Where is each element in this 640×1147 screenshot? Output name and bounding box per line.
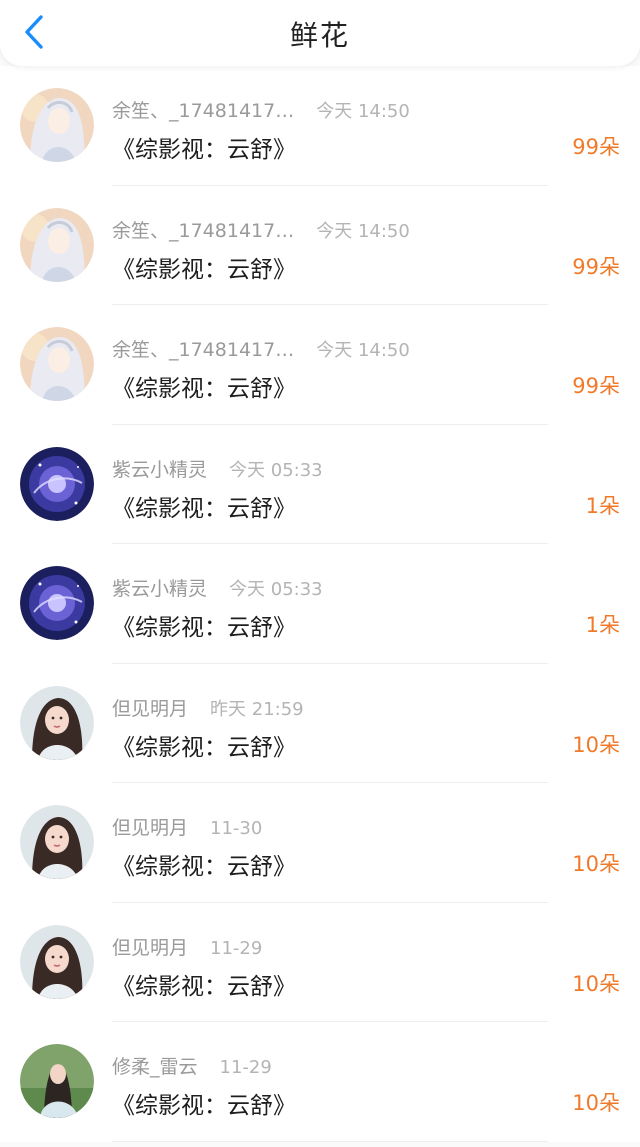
timestamp: 今天 14:50 (316, 340, 410, 361)
flower-count: 1朵 (585, 493, 620, 518)
record-meta: 但见明月 昨天 21:59 (112, 694, 304, 721)
record-meta: 但见明月 11-30 (112, 813, 262, 840)
silver-hair-character-avatar[interactable] (20, 88, 94, 162)
list-item[interactable]: 但见明月 11-29 《综影视：云舒》 10朵 (0, 902, 640, 1022)
flowers-page: 鲜花 余笙、_17481417… 今天 14:50 《综影视：云舒》 99朵 余… (0, 0, 640, 1147)
book-title: 《综影视：云舒》 (112, 1093, 296, 1119)
book-title: 《综影视：云舒》 (112, 615, 296, 641)
book-title: 《综影视：云舒》 (112, 137, 296, 163)
username[interactable]: 修柔_雷云 (112, 1052, 198, 1079)
flower-count: 1朵 (585, 613, 620, 637)
record-meta: 紫云小精灵 今天 05:33 (112, 574, 323, 601)
flower-count: 99朵 (572, 374, 620, 398)
list-item[interactable]: 修柔_雷云 11-29 《综影视：云舒》 10朵 (0, 1022, 640, 1142)
book-title: 《综影视：云舒》 (112, 256, 296, 283)
timestamp: 11-30 (210, 818, 263, 839)
flower-count: 10朵 (572, 971, 620, 996)
username[interactable]: 紫云小精灵 (112, 574, 207, 601)
username[interactable]: 余笙、_17481417… (112, 335, 294, 362)
record-meta: 余笙、_17481417… 今天 14:50 (112, 216, 410, 243)
girl-portrait-avatar[interactable] (20, 805, 94, 879)
list-item[interactable]: 紫云小精灵 今天 05:33 《综影视：云舒》 1朵 (0, 544, 640, 664)
timestamp: 今天 05:33 (229, 579, 323, 600)
green-field-portrait-avatar[interactable] (20, 1044, 94, 1118)
username[interactable]: 余笙、_17481417… (112, 96, 294, 123)
book-title: 《综影视：云舒》 (112, 734, 296, 761)
girl-portrait-avatar[interactable] (20, 924, 94, 999)
timestamp: 11-29 (219, 1057, 272, 1078)
flower-count: 10朵 (572, 1091, 620, 1115)
flower-count: 99朵 (572, 135, 620, 159)
record-meta: 余笙、_17481417… 今天 14:50 (112, 96, 410, 123)
silver-hair-character-avatar[interactable] (20, 207, 94, 282)
username[interactable]: 但见明月 (112, 813, 188, 840)
book-title: 《综影视：云舒》 (112, 376, 296, 402)
flower-record-list: 余笙、_17481417… 今天 14:50 《综影视：云舒》 99朵 余笙、_… (0, 66, 640, 1142)
username[interactable]: 余笙、_17481417… (112, 216, 294, 243)
timestamp: 11-29 (210, 937, 263, 959)
list-item[interactable]: 余笙、_17481417… 今天 14:50 《综影视：云舒》 99朵 (0, 305, 640, 425)
top-bar: 鲜花 (0, 0, 640, 66)
purple-galaxy-avatar[interactable] (20, 446, 94, 521)
list-item[interactable]: 余笙、_17481417… 今天 14:50 《综影视：云舒》 99朵 (0, 185, 640, 305)
book-title: 《综影视：云舒》 (112, 495, 296, 522)
record-meta: 紫云小精灵 今天 05:33 (112, 455, 323, 482)
book-title: 《综影视：云舒》 (112, 854, 296, 880)
girl-portrait-avatar[interactable] (20, 685, 94, 760)
purple-galaxy-avatar[interactable] (20, 566, 94, 640)
page-title: 鲜花 (289, 19, 350, 52)
username[interactable]: 紫云小精灵 (112, 455, 207, 482)
record-meta: 余笙、_17481417… 今天 14:50 (112, 335, 410, 362)
timestamp: 今天 14:50 (316, 101, 410, 122)
list-item[interactable]: 但见明月 昨天 21:59 《综影视：云舒》 10朵 (0, 663, 640, 783)
timestamp: 昨天 21:59 (210, 698, 304, 720)
flower-count: 99朵 (572, 254, 620, 279)
timestamp: 今天 05:33 (229, 459, 323, 481)
record-meta: 但见明月 11-29 (112, 933, 262, 960)
flower-count: 10朵 (572, 852, 620, 876)
username[interactable]: 但见明月 (112, 933, 188, 960)
silver-hair-character-avatar[interactable] (20, 327, 94, 401)
list-item[interactable]: 但见明月 11-30 《综影视：云舒》 10朵 (0, 783, 640, 903)
list-item[interactable]: 紫云小精灵 今天 05:33 《综影视：云舒》 1朵 (0, 424, 640, 544)
list-item[interactable]: 余笙、_17481417… 今天 14:50 《综影视：云舒》 99朵 (0, 66, 640, 186)
book-title: 《综影视：云舒》 (112, 973, 296, 1000)
flower-count: 10朵 (572, 732, 620, 757)
username[interactable]: 但见明月 (112, 694, 188, 721)
timestamp: 今天 14:50 (316, 220, 410, 242)
record-meta: 修柔_雷云 11-29 (112, 1052, 272, 1079)
